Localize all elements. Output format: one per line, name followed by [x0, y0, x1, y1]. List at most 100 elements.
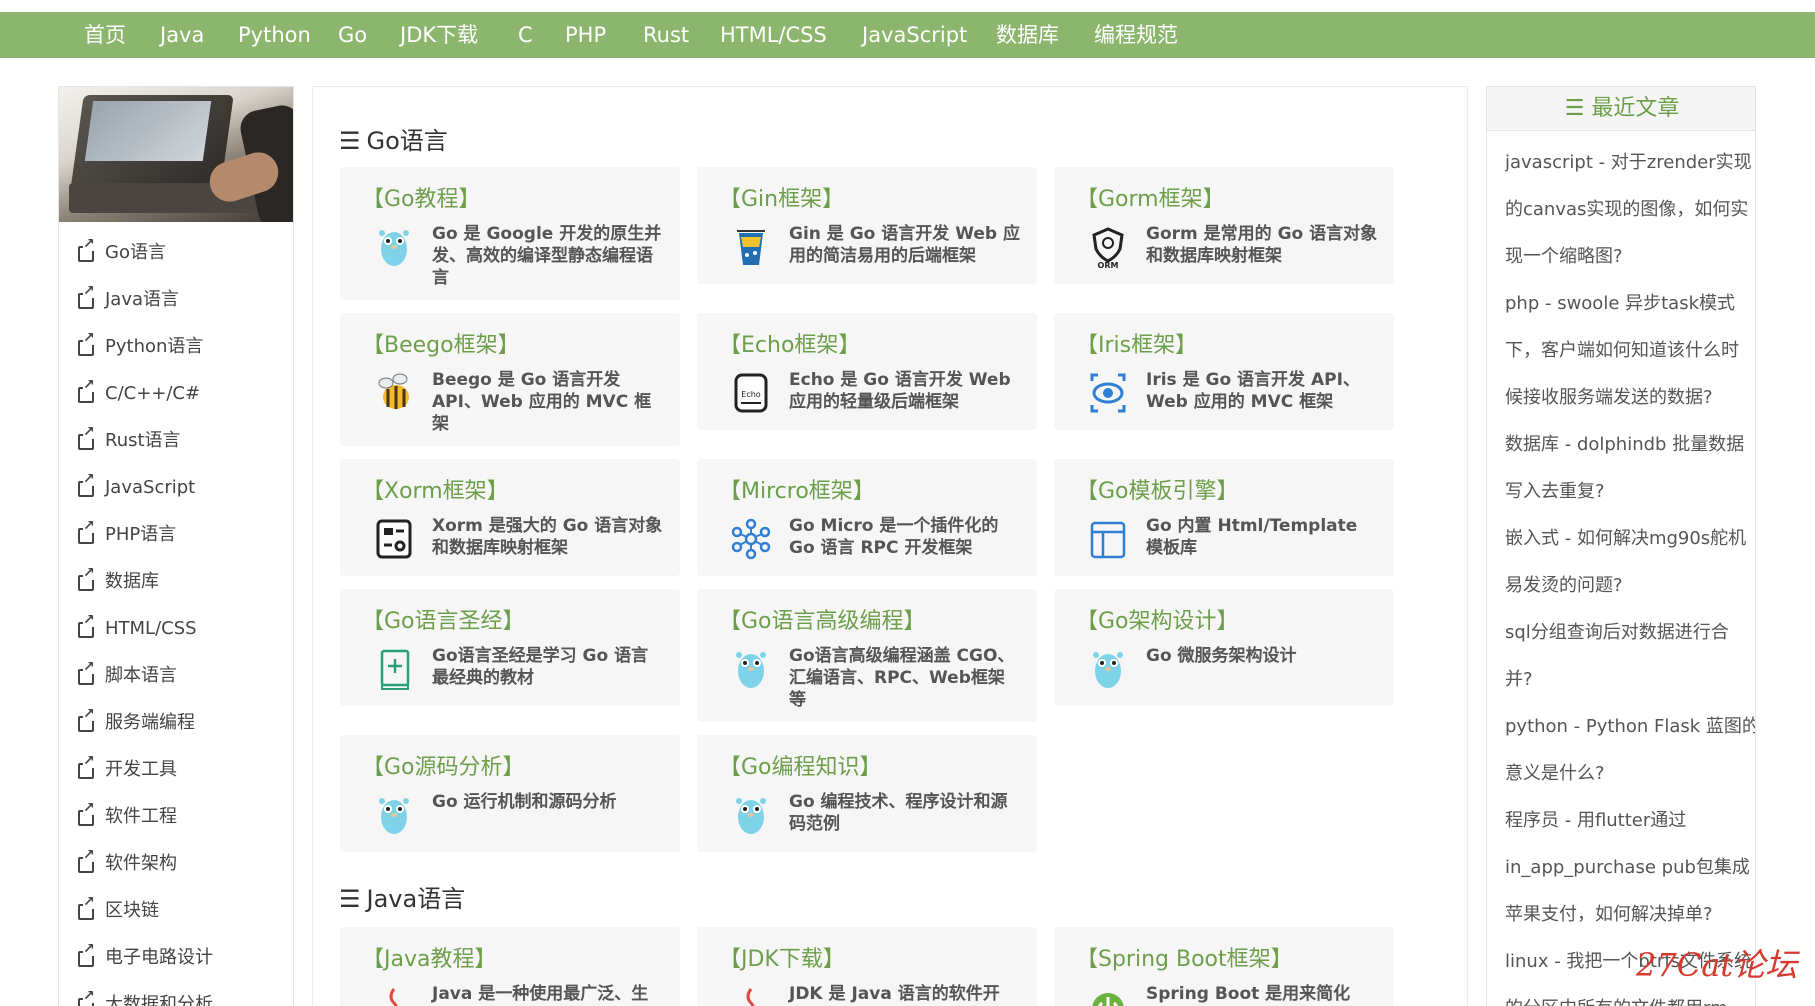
- card-go-bible[interactable]: 【Go语言圣经】 Go语言圣经是学习 Go 语言最经典的教材: [340, 589, 680, 706]
- recent-article-line[interactable]: 数据库 - dolphindb 批量数据: [1505, 421, 1755, 468]
- sidebar-item-label: 服务端编程: [105, 712, 195, 733]
- card-description: JDK 是 Java 语言的软件开: [789, 984, 1000, 1004]
- recent-article-line[interactable]: sql分组查询后对数据进行合: [1505, 609, 1755, 656]
- card-jdk-download[interactable]: 【JDK下载】 JDK 是 Java 语言的软件开: [697, 927, 1037, 1006]
- card-iris[interactable]: 【Iris框架】 Iris 是 Go 语言开发 API、Web 应用的 MVC …: [1054, 313, 1394, 430]
- sidebar-item-c-cpp-csharp[interactable]: C/C++/C#: [77, 378, 201, 409]
- network-icon: [731, 518, 771, 560]
- sidebar-item-label: 软件工程: [105, 806, 177, 827]
- card-go-template[interactable]: 【Go模板引擎】 Go 内置 Html/Template 模板库: [1054, 459, 1394, 576]
- sidebar-item-blockchain[interactable]: 区块链: [77, 895, 159, 926]
- recent-article-line[interactable]: 的canvas实现的图像，如何实: [1505, 186, 1755, 233]
- gin-cocktail-icon: [737, 230, 765, 265]
- nav-home[interactable]: 首页: [84, 12, 126, 58]
- card-xorm[interactable]: 【Xorm框架】 Xorm 是强大的 Go 语言对象和数据库映射框架: [340, 459, 680, 576]
- recent-article-line[interactable]: javascript - 对于zrender实现: [1505, 139, 1755, 186]
- sidebar-item-label: Python语言: [105, 336, 204, 357]
- card-go-source[interactable]: 【Go源码分析】 Go 运行机制和源码分析: [340, 735, 680, 852]
- external-link-icon: [77, 472, 95, 497]
- card-title: 【Go架构设计】: [1076, 609, 1239, 634]
- recent-article-line[interactable]: python - Python Flask 蓝图的: [1505, 703, 1755, 750]
- sidebar-item-database[interactable]: 数据库: [77, 566, 159, 597]
- recent-article-line[interactable]: 苹果支付，如何解决掉单?: [1505, 891, 1755, 938]
- left-sidebar: Go语言 Java语言 Python语言 C/C++/C# Rust语言 Jav…: [58, 86, 294, 1006]
- java-icon: [389, 988, 398, 1006]
- sidebar-item-big-data[interactable]: 大数据和分析: [77, 989, 213, 1006]
- nav-java[interactable]: Java: [160, 12, 204, 58]
- sidebar-item-python[interactable]: Python语言: [77, 331, 204, 362]
- card-spring-boot[interactable]: 【Spring Boot框架】 Spring Boot 是用来简化: [1054, 927, 1394, 1006]
- card-description: Go 编程技术、程序设计和源码范例: [789, 792, 1008, 834]
- nav-coding-standards[interactable]: 编程规范: [1094, 12, 1178, 58]
- sidebar-item-label: C/C++/C#: [105, 383, 201, 404]
- sidebar-item-software-architecture[interactable]: 软件架构: [77, 848, 177, 879]
- recent-article-line[interactable]: 意义是什么?: [1505, 750, 1755, 797]
- card-title: 【Go教程】: [362, 187, 481, 212]
- recent-article-line[interactable]: 并?: [1505, 656, 1755, 703]
- nav-go[interactable]: Go: [338, 12, 367, 58]
- sidebar-item-label: 脚本语言: [105, 665, 177, 686]
- sidebar-item-php[interactable]: PHP语言: [77, 519, 177, 550]
- sidebar-item-go[interactable]: Go语言: [77, 237, 166, 268]
- menu-bars-icon: ☰: [1564, 96, 1592, 121]
- recent-article-line[interactable]: 程序员 - 用flutter通过: [1505, 797, 1755, 844]
- card-gin[interactable]: 【Gin框架】 Gin 是 Go 语言开发 Web 应用的简洁易用的后端框架: [697, 167, 1037, 284]
- nav-rust[interactable]: Rust: [643, 12, 689, 58]
- recent-article-line[interactable]: 现一个缩略图?: [1505, 233, 1755, 280]
- card-description: Go 微服务架构设计: [1146, 646, 1297, 666]
- recent-article-line[interactable]: 下，客户端如何知道该什么时: [1505, 327, 1755, 374]
- nav-database[interactable]: 数据库: [996, 12, 1059, 58]
- menu-bars-icon: ☰: [339, 885, 361, 913]
- card-description: Go 是 Google 开发的原生并发、高效的编译型静态编程语言: [432, 224, 662, 288]
- sidebar-item-label: PHP语言: [105, 524, 177, 545]
- card-title: 【Iris框架】: [1076, 333, 1198, 358]
- card-go-knowledge[interactable]: 【Go编程知识】 Go 编程技术、程序设计和源码范例: [697, 735, 1037, 852]
- recent-article-line[interactable]: in_app_purchase pub包集成: [1505, 844, 1755, 891]
- external-link-icon: [77, 707, 95, 732]
- nav-c[interactable]: C: [518, 12, 533, 58]
- eye-icon: [1090, 373, 1126, 413]
- recent-article-line[interactable]: php - swoole 异步task模式: [1505, 280, 1755, 327]
- watermark: 27Cat论坛: [1636, 946, 1798, 984]
- sidebar-item-server-programming[interactable]: 服务端编程: [77, 707, 195, 738]
- card-go-tutorial[interactable]: 【Go教程】 Go 是 Google 开发的原生并发、高效的编译型静态编程语言: [340, 167, 680, 300]
- card-title: 【Go模板引擎】: [1076, 479, 1239, 504]
- recent-article-line[interactable]: 的分区中所有的文件都用rm -: [1505, 985, 1755, 1006]
- sidebar-item-java[interactable]: Java语言: [77, 284, 179, 315]
- java-icon: [746, 988, 755, 1006]
- card-description: Xorm 是强大的 Go 语言对象和数据库映射框架: [432, 516, 663, 558]
- sidebar-item-label: 开发工具: [105, 759, 177, 780]
- card-go-advanced[interactable]: 【Go语言高级编程】 Go语言高级编程涵盖 CGO、汇编语言、RPC、Web框架…: [697, 589, 1037, 722]
- card-title: 【Xorm框架】: [362, 479, 509, 504]
- sidebar-item-html-css[interactable]: HTML/CSS: [77, 613, 197, 644]
- sidebar-item-software-engineering[interactable]: 软件工程: [77, 801, 177, 832]
- recent-article-line[interactable]: 写入去重复?: [1505, 468, 1755, 515]
- card-beego[interactable]: 【Beego框架】 Beego 是 Go 语言开发 API、Web 应用的 MV…: [340, 313, 680, 446]
- external-link-icon: [77, 942, 95, 967]
- nav-php[interactable]: PHP: [565, 12, 606, 58]
- nav-python[interactable]: Python: [238, 12, 311, 58]
- card-java-tutorial[interactable]: 【Java教程】 Java 是一种使用最广泛、生: [340, 927, 680, 1006]
- nav-html-css[interactable]: HTML/CSS: [720, 12, 827, 58]
- recent-article-line[interactable]: 嵌入式 - 如何解决mg90s舵机: [1505, 515, 1755, 562]
- orm-icon: ORM: [1092, 227, 1124, 269]
- recent-article-line[interactable]: 候接收服务端发送的数据?: [1505, 374, 1755, 421]
- section-title-text: Java语言: [366, 885, 466, 913]
- card-go-architecture[interactable]: 【Go架构设计】 Go 微服务架构设计: [1054, 589, 1394, 706]
- sidebar-item-scripting[interactable]: 脚本语言: [77, 660, 177, 691]
- nav-jdk-download[interactable]: JDK下载: [400, 12, 478, 58]
- card-echo[interactable]: 【Echo框架】 Echo Echo 是 Go 语言开发 Web 应用的轻量级后…: [697, 313, 1037, 430]
- card-gorm[interactable]: 【Gorm框架】 ORM Gorm 是常用的 Go 语言对象和数据库映射框架: [1054, 167, 1394, 284]
- recent-article-line[interactable]: 易发烫的问题?: [1505, 562, 1755, 609]
- nav-javascript[interactable]: JavaScript: [862, 12, 967, 58]
- layout-icon: [1090, 521, 1126, 559]
- external-link-icon: [77, 754, 95, 779]
- sidebar-item-circuit-design[interactable]: 电子电路设计: [77, 942, 213, 973]
- card-title: 【Java教程】: [362, 947, 497, 972]
- external-link-icon: [77, 331, 95, 356]
- echo-icon: Echo: [734, 373, 768, 413]
- sidebar-item-dev-tools[interactable]: 开发工具: [77, 754, 177, 785]
- sidebar-item-javascript[interactable]: JavaScript: [77, 472, 195, 503]
- card-micro[interactable]: 【Mircro框架】 Go Micro 是一个插件化的 Go 语言 RPC 开发…: [697, 459, 1037, 576]
- sidebar-item-rust[interactable]: Rust语言: [77, 425, 181, 456]
